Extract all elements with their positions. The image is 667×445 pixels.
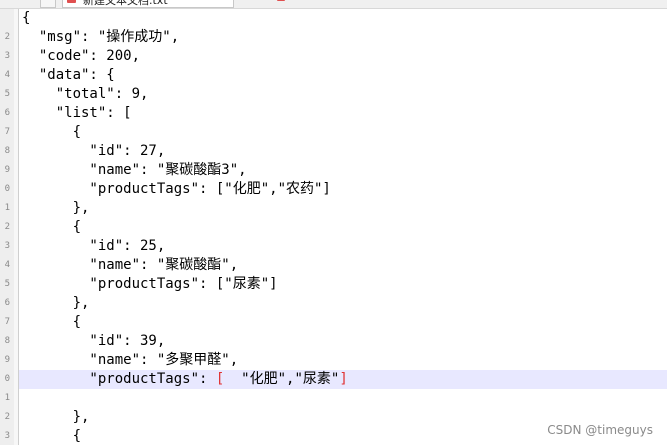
code-line: 0 "productTags": ["化肥","农药"]	[5, 180, 667, 199]
code-text: "productTags": ["化肥","农药"]	[22, 181, 331, 197]
line-number: 1	[4, 393, 10, 403]
code-text-segment: "化肥","尿素"	[224, 371, 340, 387]
tab-title: 新建文本文档.txt	[83, 0, 168, 7]
line-number: 3	[4, 431, 10, 441]
code-line: 8 "id": 27,	[5, 142, 667, 161]
code-text: "data": {	[22, 67, 115, 83]
code-line: 4 "data": {	[5, 66, 667, 85]
code-line-current: 0 "productTags": [ "化肥","尿素"]	[5, 370, 667, 389]
line-number: 8	[4, 336, 10, 346]
line-number: 5	[4, 89, 10, 99]
code-line: 8 "id": 39,	[5, 332, 667, 351]
line-number: 1	[4, 203, 10, 213]
code-line: 7 {	[5, 313, 667, 332]
code-line: 5 "total": 9,	[5, 85, 667, 104]
line-number: 0	[4, 184, 10, 194]
code-text: {	[22, 314, 82, 330]
file-modified-icon	[67, 0, 76, 3]
text-editor-window: 新建文本文档.txt { 2 "msg": "操作成功", 3 "code": …	[0, 0, 667, 445]
line-number: 0	[4, 374, 10, 384]
tab-previous[interactable]	[40, 0, 56, 8]
code-text: {	[22, 219, 82, 235]
code-line: 3 "code": 200,	[5, 47, 667, 66]
code-line: 2 "msg": "操作成功",	[5, 28, 667, 47]
code-text: },	[22, 295, 90, 311]
watermark: CSDN @timeguys	[547, 423, 653, 437]
code-text: "name": "多聚甲醛",	[22, 352, 239, 368]
code-text: "list": [	[22, 105, 132, 121]
code-editor[interactable]: { 2 "msg": "操作成功", 3 "code": 200, 4 "dat…	[5, 9, 667, 445]
code-text: {	[22, 10, 31, 26]
line-number: 2	[4, 222, 10, 232]
code-text: "id": 39,	[22, 333, 166, 349]
code-line: 9 "name": "聚碳酸酯3",	[5, 161, 667, 180]
code-text: "total": 9,	[22, 86, 149, 102]
line-number: 8	[4, 146, 10, 156]
tab-bar: 新建文本文档.txt	[0, 0, 667, 9]
line-number: 9	[4, 355, 10, 365]
tab-current[interactable]: 新建文本文档.txt	[62, 0, 285, 8]
code-text: },	[22, 409, 90, 425]
close-tab-icon[interactable]	[277, 0, 285, 1]
line-number: 3	[4, 241, 10, 251]
line-number: 6	[4, 298, 10, 308]
code-line: 6 "list": [	[5, 104, 667, 123]
line-number: 3	[4, 51, 10, 61]
code-text: {	[22, 428, 82, 444]
fold-margin[interactable]	[14, 9, 18, 445]
line-number: 2	[4, 32, 10, 42]
code-text: "productTags": ["尿素"]	[22, 276, 278, 292]
code-line: 9 "name": "多聚甲醛",	[5, 351, 667, 370]
line-number: 7	[4, 127, 10, 137]
code-text-segment: "productTags":	[22, 371, 216, 387]
code-line: 5 "productTags": ["尿素"]	[5, 275, 667, 294]
code-line: 1 },	[5, 199, 667, 218]
code-line: 3 "id": 25,	[5, 237, 667, 256]
line-number: 7	[4, 317, 10, 327]
line-number: 5	[4, 279, 10, 289]
line-number: 2	[4, 412, 10, 422]
line-number: 4	[4, 260, 10, 270]
line-number: 6	[4, 108, 10, 118]
code-text: "msg": "操作成功",	[22, 29, 180, 45]
code-text: "id": 27,	[22, 143, 166, 159]
line-number: 9	[4, 165, 10, 175]
code-text: },	[22, 200, 90, 216]
code-text: "name": "聚碳酸酯",	[22, 257, 239, 273]
code-line: {	[19, 9, 667, 28]
code-line: 7 {	[5, 123, 667, 142]
code-text: "name": "聚碳酸酯3",	[22, 162, 247, 178]
code-text: {	[22, 124, 82, 140]
code-line: 1	[5, 389, 667, 408]
code-line: 4 "name": "聚碳酸酯",	[5, 256, 667, 275]
matched-bracket-close: ]	[339, 371, 348, 387]
code-line: 6 },	[5, 294, 667, 313]
line-number: 4	[4, 70, 10, 80]
code-text: "id": 25,	[22, 238, 166, 254]
code-text: "productTags": [ "化肥","尿素"]	[22, 370, 348, 389]
code-line: 2 {	[5, 218, 667, 237]
code-text: "code": 200,	[22, 48, 141, 64]
